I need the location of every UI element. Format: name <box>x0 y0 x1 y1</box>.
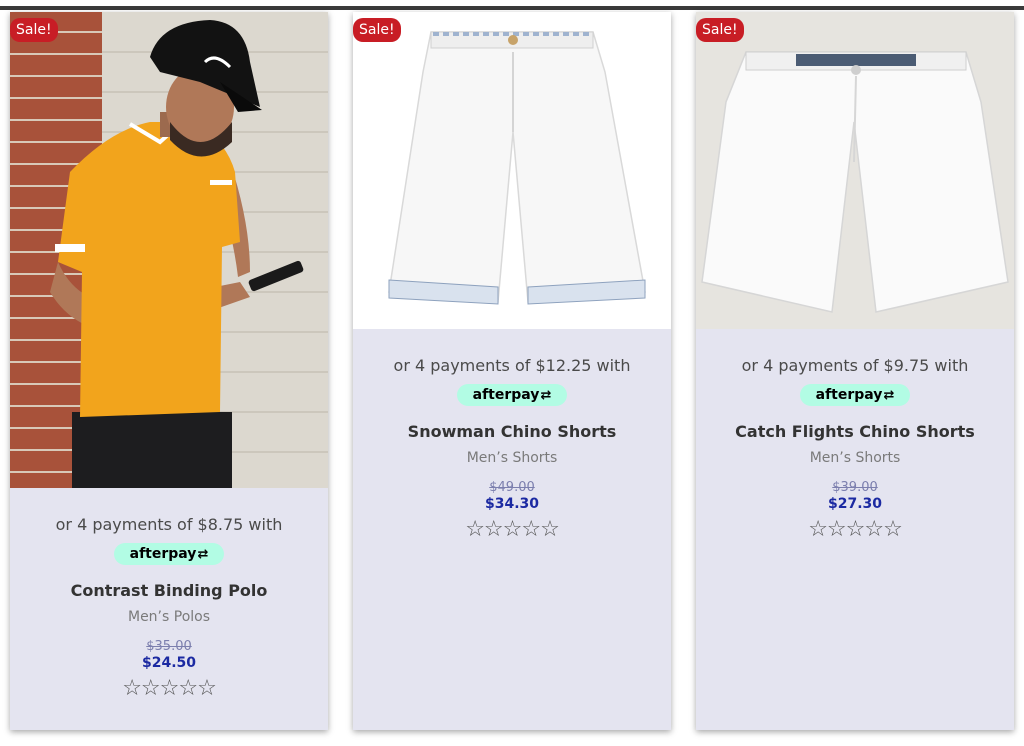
sale-price: $24.50 <box>141 655 197 671</box>
afterpay-label: afterpay <box>815 387 883 403</box>
product-card-snowman-chino-shorts[interactable]: Sale! or 4 payments of $12.25 with after… <box>353 12 671 730</box>
product-title[interactable]: Snowman Chino Shorts <box>353 422 671 441</box>
product-image[interactable] <box>353 12 671 329</box>
sale-price: $27.30 <box>827 496 883 512</box>
product-title[interactable]: Contrast Binding Polo <box>10 581 328 600</box>
product-category[interactable]: Men’s Polos <box>10 609 328 625</box>
sale-price: $34.30 <box>484 496 540 512</box>
installment-text: or 4 payments of $8.75 with <box>55 515 283 534</box>
product-card-catch-flights-chino-shorts[interactable]: Sale! or 4 payments of $9.75 with afterp… <box>696 12 1014 730</box>
product-image[interactable] <box>696 12 1014 329</box>
star-rating: ☆☆☆☆☆ <box>465 517 560 542</box>
original-price: $39.00 <box>832 480 878 495</box>
afterpay-arrows-icon: ⇄ <box>540 388 552 403</box>
sale-badge: Sale! <box>10 18 58 42</box>
afterpay-logo[interactable]: afterpay⇄ <box>456 384 568 406</box>
afterpay-label: afterpay <box>472 387 540 403</box>
product-image[interactable] <box>10 12 328 488</box>
installment-text: or 4 payments of $9.75 with <box>741 356 969 375</box>
product-category[interactable]: Men’s Shorts <box>353 450 671 466</box>
white-shorts-photo <box>696 12 1014 329</box>
product-info: or 4 payments of $9.75 with afterpay⇄ Ca… <box>696 329 1014 542</box>
installment-text: or 4 payments of $12.25 with <box>393 356 631 375</box>
white-shorts-photo <box>353 12 671 329</box>
product-title[interactable]: Catch Flights Chino Shorts <box>696 422 1014 441</box>
product-category[interactable]: Men’s Shorts <box>696 450 1014 466</box>
afterpay-logo[interactable]: afterpay⇄ <box>799 384 911 406</box>
polo-model-photo <box>10 12 328 488</box>
afterpay-logo[interactable]: afterpay⇄ <box>113 543 225 565</box>
window-top-bar <box>0 0 1024 10</box>
product-info: or 4 payments of $8.75 with afterpay⇄ Co… <box>10 488 328 701</box>
star-rating: ☆☆☆☆☆ <box>122 676 217 701</box>
top-divider <box>0 6 1024 10</box>
star-rating: ☆☆☆☆☆ <box>808 517 903 542</box>
original-price: $35.00 <box>146 639 192 654</box>
afterpay-arrows-icon: ⇄ <box>883 388 895 403</box>
original-price: $49.00 <box>489 480 535 495</box>
afterpay-arrows-icon: ⇄ <box>197 547 209 562</box>
sale-badge: Sale! <box>353 18 401 42</box>
product-card-contrast-binding-polo[interactable]: Sale! or 4 payments of $8.75 with afterp… <box>10 12 328 730</box>
afterpay-label: afterpay <box>129 546 197 562</box>
product-info: or 4 payments of $12.25 with afterpay⇄ S… <box>353 329 671 542</box>
sale-badge: Sale! <box>696 18 744 42</box>
